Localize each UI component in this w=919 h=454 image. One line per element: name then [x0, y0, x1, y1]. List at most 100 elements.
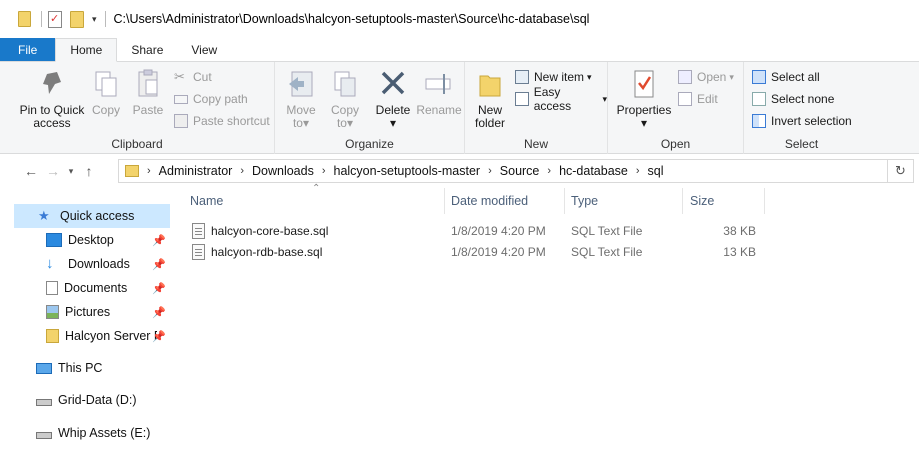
recent-locations-chevron-icon[interactable]: ▾	[64, 166, 78, 177]
chevron-right-icon[interactable]: ›	[147, 165, 151, 177]
sidebar-item-desktop[interactable]: Desktop 📌	[14, 228, 170, 252]
folder-icon	[18, 11, 31, 27]
file-type: SQL Text File	[571, 245, 643, 259]
sidebar-item-quick-access[interactable]: ★ Quick access	[14, 204, 170, 228]
ribbon-tabs: File Home Share View	[0, 38, 919, 62]
breadcrumb-sql[interactable]: sql	[648, 164, 664, 178]
select-all-button[interactable]: Select all	[752, 68, 820, 86]
open-group-label: Open	[660, 137, 691, 151]
new-item-button[interactable]: New item ▾	[515, 68, 592, 86]
sidebar-item-label: Desktop	[68, 233, 114, 247]
customize-quick-access-dropdown[interactable]: ▾	[92, 14, 97, 25]
sidebar-item-this-pc[interactable]: This PC	[14, 356, 170, 380]
chevron-right-icon[interactable]: ›	[488, 165, 492, 177]
copy-to-label-2: to▾	[336, 116, 354, 130]
forward-arrow-icon[interactable]: →	[42, 163, 64, 179]
scissors-icon: ✂	[174, 69, 185, 84]
sidebar-item-whip-assets-drive[interactable]: Whip Assets (E:)	[14, 421, 170, 445]
move-to-button[interactable]: Move to▾	[283, 68, 319, 130]
paste-shortcut-icon	[174, 114, 188, 128]
breadcrumb-downloads[interactable]: Downloads	[252, 164, 314, 178]
column-header-size[interactable]: Size	[690, 188, 764, 214]
copy-icon	[91, 68, 121, 100]
chevron-right-icon[interactable]: ›	[240, 165, 244, 177]
pin-icon[interactable]: 📌	[152, 258, 166, 271]
back-arrow-icon[interactable]: ←	[20, 163, 42, 179]
edit-button[interactable]: Edit	[678, 90, 718, 108]
breadcrumb-administrator[interactable]: Administrator	[159, 164, 233, 178]
column-divider[interactable]	[764, 188, 765, 214]
new-folder-button[interactable]: New folder	[471, 68, 509, 130]
delete-button[interactable]: Delete ▾	[373, 68, 413, 130]
address-bar[interactable]: › Administrator › Downloads › halcyon-se…	[118, 159, 888, 183]
paste-button[interactable]: Paste	[130, 68, 166, 117]
downloads-icon: ↓	[46, 255, 54, 272]
tab-file[interactable]: File	[0, 38, 56, 61]
properties-button[interactable]: Properties ▾	[616, 68, 672, 130]
pin-icon[interactable]: 📌	[152, 306, 166, 319]
select-none-button[interactable]: Select none	[752, 90, 834, 108]
navigation-bar: ← → ▾ ↑ › Administrator › Downloads › ha…	[0, 157, 919, 185]
open-button[interactable]: Open ▾	[678, 68, 734, 86]
easy-access-icon	[515, 92, 529, 106]
cut-button[interactable]: ✂ Cut	[174, 68, 212, 86]
file-size: 13 KB	[723, 245, 756, 259]
sidebar-item-downloads[interactable]: ↓ Downloads 📌	[14, 252, 170, 276]
invert-selection-label: Invert selection	[771, 114, 852, 128]
clipboard-icon	[133, 68, 163, 100]
file-list: ⌃ Name Date modified Type Size halcyon-c…	[172, 183, 919, 454]
chevron-right-icon[interactable]: ›	[636, 165, 640, 177]
open-label: Open	[697, 70, 727, 84]
move-to-icon	[286, 68, 316, 100]
tab-home[interactable]: Home	[55, 38, 118, 62]
new-folder-quick-icon[interactable]	[70, 10, 84, 28]
breadcrumb-halcyon-setuptools-master[interactable]: halcyon-setuptools-master	[334, 164, 481, 178]
copy-path-button[interactable]: Copy path	[174, 90, 248, 108]
copy-to-button[interactable]: Copy to▾	[327, 68, 363, 130]
easy-access-button[interactable]: Easy access ▾	[515, 85, 607, 113]
delete-dropdown-icon[interactable]: ▾	[390, 117, 396, 130]
properties-dropdown-icon[interactable]: ▾	[641, 117, 647, 130]
column-divider[interactable]	[682, 188, 683, 214]
refresh-icon[interactable]: ↻	[895, 163, 906, 179]
properties-quick-icon[interactable]	[48, 10, 62, 28]
sidebar-item-documents[interactable]: Documents 📌	[14, 276, 170, 300]
pin-to-quick-access-button[interactable]: Pin to Quick access	[18, 68, 86, 130]
paste-shortcut-button[interactable]: Paste shortcut	[174, 112, 270, 130]
select-all-icon	[752, 70, 766, 84]
chevron-right-icon[interactable]: ›	[322, 165, 326, 177]
breadcrumb-hc-database[interactable]: hc-database	[559, 164, 628, 178]
pin-icon[interactable]: 📌	[152, 234, 166, 247]
new-folder-icon	[475, 68, 505, 100]
select-none-label: Select none	[771, 92, 835, 106]
documents-icon	[46, 281, 58, 295]
copy-button[interactable]: Copy	[90, 68, 122, 117]
invert-selection-button[interactable]: Invert selection	[752, 112, 852, 130]
sidebar-item-halcyon-server[interactable]: Halcyon Server F 📌	[14, 324, 170, 348]
new-item-icon	[515, 70, 529, 84]
column-header-name[interactable]: Name	[190, 188, 444, 214]
sidebar-item-pictures[interactable]: Pictures 📌	[14, 300, 170, 324]
pin-icon[interactable]: 📌	[152, 330, 166, 343]
sidebar-item-grid-data-drive[interactable]: Grid-Data (D:)	[14, 388, 170, 412]
column-header-date-modified[interactable]: Date modified	[451, 188, 564, 214]
column-divider[interactable]	[444, 188, 445, 214]
column-divider[interactable]	[564, 188, 565, 214]
pin-icon[interactable]: 📌	[152, 282, 166, 295]
table-row[interactable]: halcyon-core-base.sql 1/8/2019 4:20 PM S…	[186, 221, 766, 241]
column-header-type[interactable]: Type	[571, 188, 682, 214]
file-name: halcyon-core-base.sql	[211, 224, 329, 238]
edit-label: Edit	[697, 92, 718, 106]
breadcrumb-source[interactable]: Source	[500, 164, 540, 178]
sidebar-item-label: Pictures	[65, 305, 111, 319]
rename-button[interactable]: Rename	[416, 68, 462, 117]
clipboard-group-label: Clipboard	[111, 137, 163, 151]
easy-access-dropdown-icon: ▾	[602, 93, 607, 104]
tab-share[interactable]: Share	[117, 38, 177, 61]
chevron-right-icon[interactable]: ›	[547, 165, 551, 177]
tab-view[interactable]: View	[177, 38, 231, 61]
up-arrow-icon[interactable]: ↑	[78, 163, 100, 179]
sidebar-item-label: Grid-Data (D:)	[58, 393, 137, 407]
table-row[interactable]: halcyon-rdb-base.sql 1/8/2019 4:20 PM SQ…	[186, 242, 766, 262]
pin-icon	[37, 68, 67, 100]
